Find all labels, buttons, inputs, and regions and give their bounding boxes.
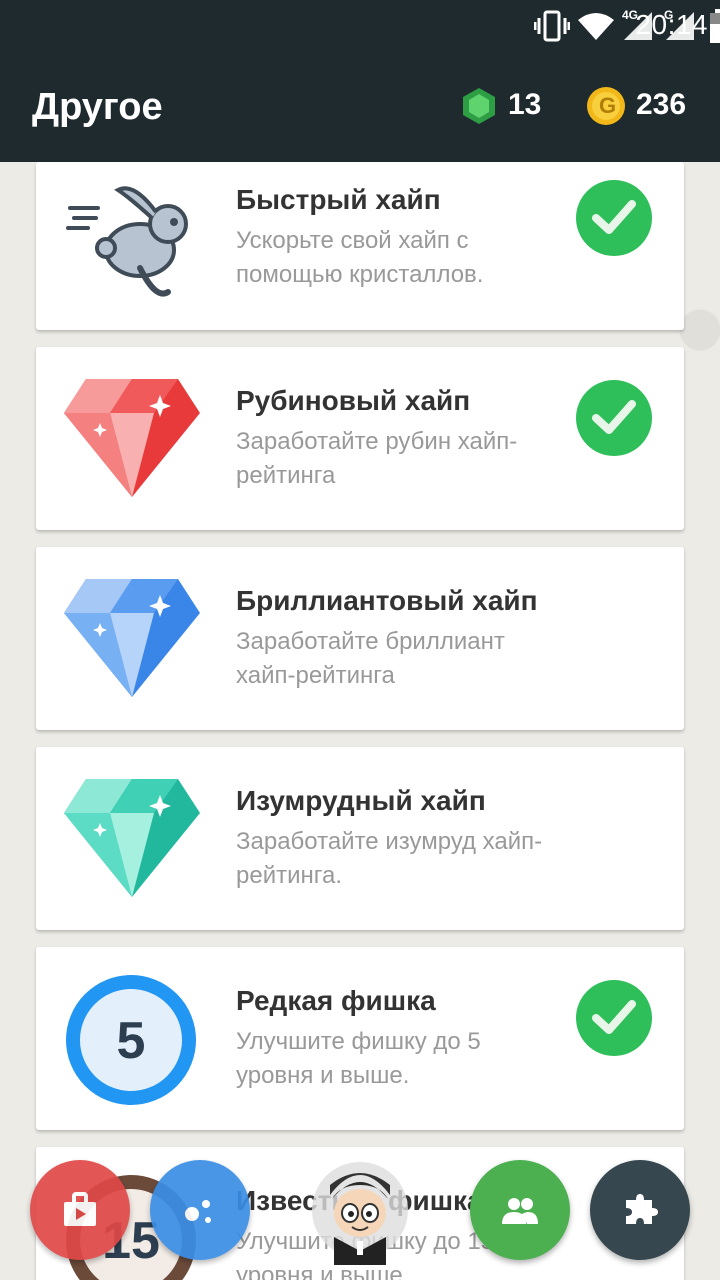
card-title: Рубиновый хайп xyxy=(236,385,471,416)
completed-check-icon xyxy=(576,980,652,1056)
vibrate-icon xyxy=(534,10,570,42)
diamond-icon xyxy=(64,579,200,697)
puzzle-icon xyxy=(626,1194,658,1224)
level-5-badge-icon: 5 xyxy=(66,975,196,1105)
puzzle-button[interactable] xyxy=(590,1160,690,1260)
app-bar: Другое 13 G 236 xyxy=(0,52,720,162)
coin-letter: G xyxy=(599,93,617,118)
bubbles-button[interactable] xyxy=(150,1160,250,1260)
gem-count: 13 xyxy=(508,88,542,121)
ruby-icon xyxy=(64,379,200,497)
card-description: Улучшите фишку до 5 уровня и выше. xyxy=(236,1028,481,1089)
status-time: 20:14 xyxy=(635,9,708,40)
card-title: Изумрудный хайп xyxy=(236,785,486,816)
friends-button[interactable] xyxy=(470,1160,570,1260)
card-description: Ускорьте свой хайп с помощью кристаллов. xyxy=(236,227,484,288)
badge-number: 5 xyxy=(116,1012,146,1070)
achievement-card[interactable]: Быстрый хайп Ускорьте свой хайп с помощь… xyxy=(36,162,684,330)
card-title: Редкая фишка xyxy=(236,985,436,1016)
page-title: Другое xyxy=(32,86,163,128)
achievement-card[interactable]: Бриллиантовый хайп Заработайте бриллиант… xyxy=(36,547,684,730)
card-description: Заработайте бриллиант хайп-рейтинга xyxy=(236,628,505,689)
card-description: Заработайте изумруд хайп-рейтинга. xyxy=(236,828,543,889)
wallet[interactable]: 13 G 236 xyxy=(463,86,690,130)
achievement-card[interactable]: 5 Редкая фишка Улучшите фишку до 5 уровн… xyxy=(36,947,684,1130)
achievement-card[interactable]: Изумрудный хайп Заработайте изумруд хайп… xyxy=(36,747,684,930)
rabbit-icon xyxy=(66,186,188,297)
card-description: Заработайте рубин хайп-рейтинга xyxy=(236,428,518,489)
friends-icon xyxy=(502,1198,538,1224)
coin-count: 236 xyxy=(636,88,687,121)
achievement-card[interactable]: Рубиновый хайп Заработайте рубин хайп-ре… xyxy=(36,347,684,530)
shop-icon xyxy=(64,1192,96,1226)
bubbles-icon xyxy=(185,1200,211,1223)
card-title: Быстрый хайп xyxy=(236,184,441,215)
gem-icon xyxy=(463,88,495,124)
status-bar: 4G G 20:14 xyxy=(0,0,720,52)
completed-check-icon xyxy=(576,380,652,456)
completed-check-icon xyxy=(576,180,652,256)
shop-button[interactable] xyxy=(30,1160,130,1260)
card-title: Бриллиантовый хайп xyxy=(236,585,538,616)
wifi-icon xyxy=(578,13,614,40)
avatar[interactable] xyxy=(310,1155,410,1265)
emerald-icon xyxy=(64,779,200,897)
battery-icon xyxy=(710,9,720,43)
